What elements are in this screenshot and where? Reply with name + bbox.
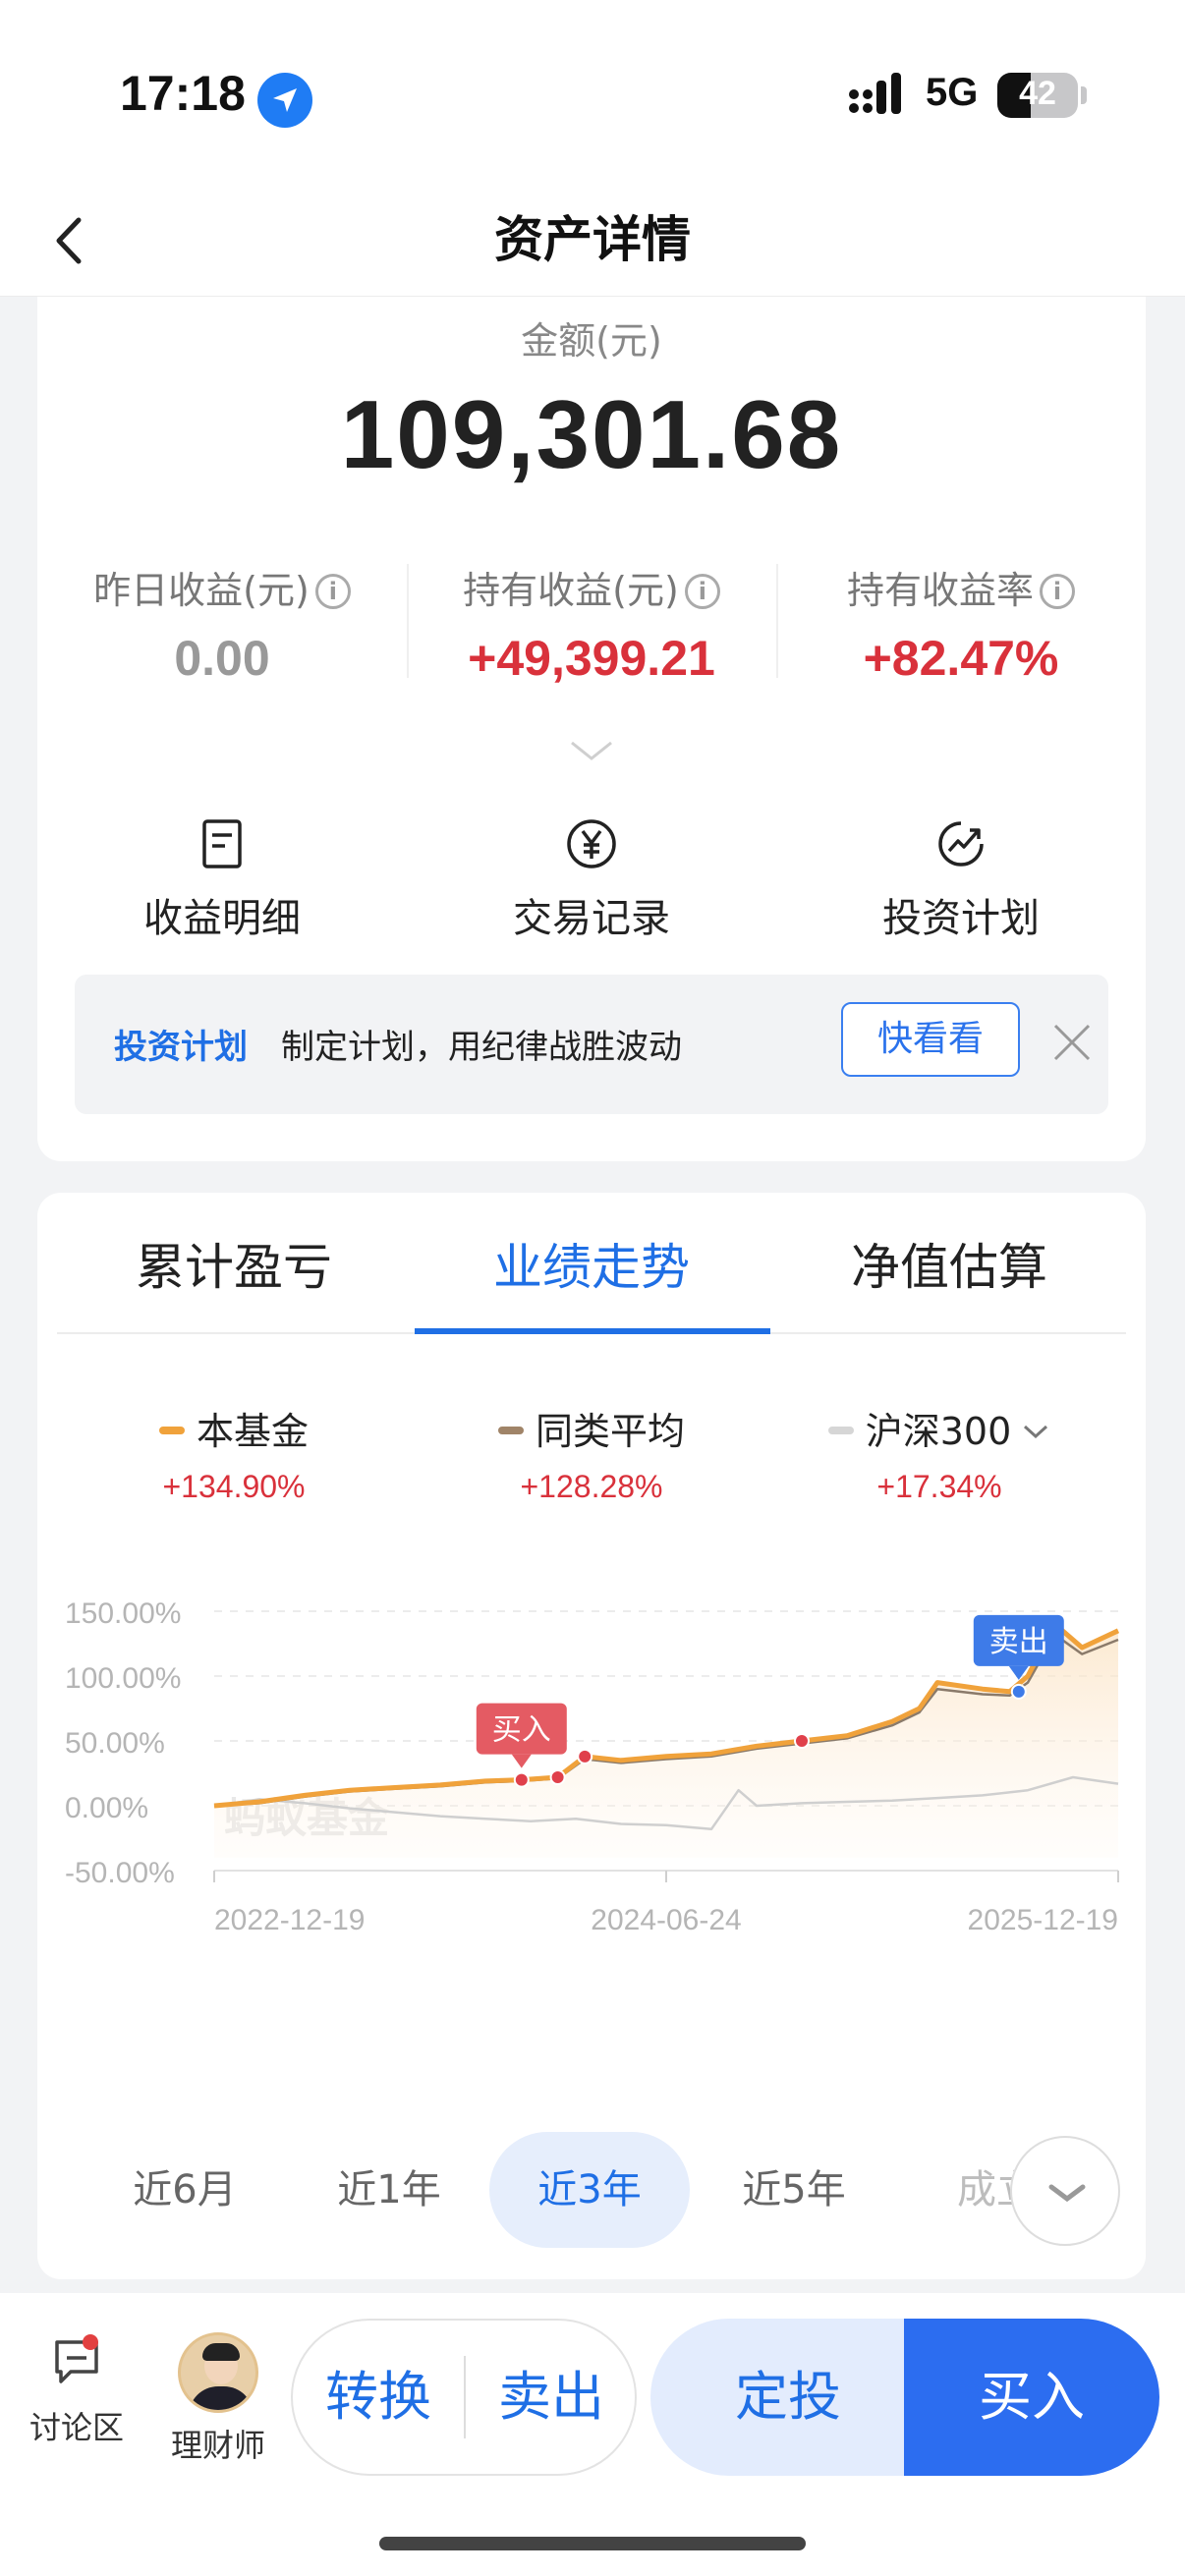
status-time: 17:18 — [120, 66, 246, 121]
quick-action-label: 投资计划 — [882, 896, 1040, 941]
battery-level: 42 — [1019, 75, 1056, 112]
document-icon — [202, 819, 242, 868]
range-selector: 近6月 近1年 近3年 近5年 成立 — [37, 2132, 1146, 2250]
stat-value: 0.00 — [174, 631, 270, 686]
convert-sell-group: 转换 卖出 — [291, 2319, 637, 2476]
advisor-label: 理财师 — [170, 2427, 265, 2464]
x-tick-label: 2022-12-19 — [214, 1904, 365, 1936]
tab-nav-estimate[interactable]: 净值估算 — [772, 1228, 1126, 1299]
yuan-circle-icon — [567, 819, 616, 868]
plan-view-button[interactable]: 快看看 — [841, 1002, 1020, 1077]
buy-marker — [513, 1771, 530, 1788]
range-1y[interactable]: 近1年 — [289, 2132, 489, 2248]
tab-active-indicator — [415, 1328, 770, 1334]
x-tick-label: 2025-12-19 — [968, 1904, 1118, 1936]
info-icon[interactable]: i — [1040, 574, 1075, 609]
close-icon[interactable] — [1051, 1022, 1093, 1063]
buy-button[interactable]: 买入 — [904, 2319, 1159, 2476]
stat-yesterday: 昨日收益(元) i 0.00 — [37, 560, 407, 688]
stat-value: +82.47% — [863, 631, 1059, 686]
status-bar: 17:18 5G 42 — [0, 0, 1185, 187]
amount-value: 109,301.68 — [340, 380, 843, 488]
info-icon[interactable]: i — [314, 574, 351, 609]
legend-fund: 本基金 +134.90% — [67, 1401, 401, 1505]
legend-peer-average: 同类平均 +128.28% — [424, 1401, 759, 1505]
network-type: 5G — [926, 71, 979, 114]
range-3y[interactable]: 近3年 — [489, 2132, 690, 2248]
legend-name: 本基金 — [196, 1410, 309, 1453]
expand-chevron-icon[interactable] — [568, 739, 615, 764]
legend-value: +17.34% — [876, 1469, 1002, 1504]
legend-name: 同类平均 — [535, 1410, 685, 1453]
plan-text: 制定计划，用纪律战胜波动 — [281, 1028, 682, 1067]
signal-icon — [849, 73, 901, 114]
more-ranges-button[interactable] — [1010, 2136, 1120, 2246]
legend-swatch — [497, 1427, 524, 1434]
advisor-button[interactable]: 理财师 — [159, 2332, 277, 2466]
notification-dot — [83, 2334, 98, 2350]
legend-name: 沪深300 — [865, 1410, 1012, 1453]
tab-cumulative-pnl[interactable]: 累计盈亏 — [57, 1228, 411, 1299]
sell-tag-label: 卖出 — [989, 1625, 1048, 1659]
stat-label: 昨日收益(元) — [93, 569, 310, 612]
y-tick-label: 0.00% — [65, 1792, 148, 1824]
buy-marker — [794, 1733, 810, 1749]
battery-icon: 42 — [997, 73, 1078, 118]
tag-pointer — [511, 1754, 532, 1768]
stat-value: +49,399.21 — [468, 631, 715, 686]
bottom-action-bar: 讨论区 理财师 转换 卖出 定投 买入 — [0, 2293, 1185, 2576]
amount-label: 金额(元) — [521, 319, 662, 363]
avatar — [178, 2332, 258, 2413]
stat-label: 持有收益(元) — [463, 569, 679, 612]
home-indicator — [379, 2537, 806, 2550]
auto-invest-button[interactable]: 定投 — [650, 2319, 926, 2476]
y-tick-label: -50.00% — [65, 1857, 175, 1889]
legend-value: +134.90% — [162, 1469, 306, 1504]
performance-card: 累计盈亏 业绩走势 净值估算 本基金 +134.90% 同类平均 +128.28… — [37, 1193, 1146, 2279]
buy-marker — [549, 1768, 566, 1785]
nav-bar: 资产详情 — [0, 187, 1185, 297]
sell-button[interactable]: 卖出 — [466, 2321, 637, 2474]
quick-action-trade-records[interactable]: 交易记录 — [407, 817, 776, 943]
quick-action-label: 收益明细 — [143, 896, 301, 941]
discussion-label: 讨论区 — [28, 2409, 124, 2446]
info-icon[interactable]: i — [684, 574, 720, 609]
invest-plan-banner: 投资计划 制定计划，用纪律战胜波动 快看看 — [75, 975, 1108, 1114]
chevron-down-icon — [1048, 2184, 1086, 2203]
range-5y[interactable]: 近5年 — [694, 2132, 894, 2248]
stat-holding-rate: 持有收益率 i +82.47% — [776, 560, 1146, 688]
buy-marker — [577, 1748, 593, 1764]
stat-label: 持有收益率 — [846, 569, 1034, 612]
x-tick-label: 2024-06-24 — [591, 1904, 741, 1936]
quick-action-profit-detail[interactable]: 收益明细 — [37, 817, 407, 943]
y-tick-label: 50.00% — [65, 1727, 165, 1760]
y-tick-label: 100.00% — [65, 1662, 181, 1695]
discussion-button[interactable]: 讨论区 — [18, 2332, 136, 2448]
growth-chart-icon — [938, 821, 984, 867]
convert-button[interactable]: 转换 — [293, 2321, 464, 2474]
sell-marker — [1010, 1683, 1027, 1700]
stat-holding-profit: 持有收益(元) i +49,399.21 — [407, 560, 776, 688]
range-6m[interactable]: 近6月 — [85, 2132, 285, 2248]
legend-swatch — [827, 1427, 854, 1434]
performance-chart[interactable]: 150.00% 100.00% 50.00% 0.00% -50.00% 2022-12-… — [37, 1546, 1146, 2077]
location-arrow-icon — [257, 73, 312, 128]
asset-card: 金额(元) 109,301.68 昨日收益(元) i 0.00 持有收益(元) i … — [37, 297, 1146, 1161]
battery-cap — [1081, 86, 1087, 104]
chevron-down-icon[interactable] — [1021, 1421, 1050, 1442]
legend-value: +128.28% — [520, 1469, 663, 1504]
tab-performance[interactable]: 业绩走势 — [415, 1228, 768, 1299]
legend-benchmark[interactable]: 沪深300 +17.34% — [772, 1401, 1106, 1505]
legend-swatch — [158, 1427, 185, 1434]
plan-tag: 投资计划 — [114, 1028, 248, 1067]
y-tick-label: 150.00% — [65, 1597, 181, 1630]
quick-action-invest-plan[interactable]: 投资计划 — [776, 817, 1146, 943]
buy-tag-label: 买入 — [492, 1713, 551, 1748]
page-title: 资产详情 — [494, 211, 691, 268]
quick-action-label: 交易记录 — [513, 896, 670, 941]
